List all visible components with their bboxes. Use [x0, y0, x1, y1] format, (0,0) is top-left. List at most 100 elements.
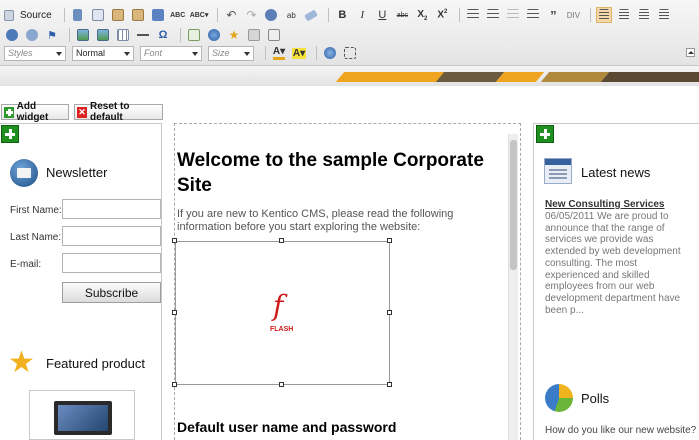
align-right-button[interactable] [636, 7, 652, 23]
left-zone-add-widget-button[interactable] [1, 125, 19, 143]
subscript-button[interactable]: X2 [414, 7, 430, 23]
right-zone-add-widget-button[interactable] [536, 125, 554, 143]
last-name-label: Last Name: [10, 232, 62, 243]
toolbar-row-1: Source ABC ABC▾ ↶ ↷ ab B I U abc X2 X2 ”… [4, 6, 676, 24]
outdent-button[interactable] [505, 7, 521, 23]
image-button[interactable] [75, 27, 91, 43]
poll-question: How do you like our new website? [545, 425, 697, 436]
numbered-list-button[interactable] [465, 7, 481, 23]
resize-handle[interactable] [172, 382, 177, 387]
creatediv-button[interactable]: DIV [565, 7, 581, 23]
spellcheck-button[interactable]: ABC [170, 7, 186, 23]
resize-handle[interactable] [387, 382, 392, 387]
styles-dropdown[interactable]: Styles [4, 45, 66, 61]
chevron-down-icon [244, 51, 250, 56]
flash-object[interactable]: f FLASH [175, 241, 390, 385]
maximize-icon [344, 47, 356, 59]
resize-handle[interactable] [172, 310, 177, 315]
paste-word-button[interactable] [150, 7, 166, 23]
bg-color-button[interactable]: A▾ [291, 45, 307, 61]
remove-format-button[interactable] [303, 7, 319, 23]
last-name-field[interactable] [62, 226, 161, 246]
email-field[interactable] [62, 253, 161, 273]
bulleted-list-icon [487, 9, 500, 21]
indent-button[interactable] [525, 7, 541, 23]
chevron-down-icon [124, 51, 130, 56]
header-banner [0, 66, 699, 86]
align-left-button[interactable] [596, 7, 613, 23]
maximize-button[interactable] [342, 45, 358, 61]
paste-button[interactable] [110, 7, 126, 23]
resize-handle[interactable] [279, 238, 284, 243]
subscribe-button[interactable]: Subscribe [62, 282, 161, 303]
youtube-button[interactable] [246, 27, 262, 43]
horizontal-rule-button[interactable] [135, 27, 151, 43]
special-char-button[interactable]: Ω [155, 27, 171, 43]
underline-button[interactable]: U [374, 7, 390, 23]
source-icon [4, 9, 14, 21]
cut-button[interactable] [70, 7, 86, 23]
resize-handle[interactable] [172, 238, 177, 243]
font-dropdown[interactable]: Font [140, 45, 202, 61]
blockquote-icon: ” [550, 7, 557, 23]
bold-button[interactable]: B [334, 7, 350, 23]
creatediv-icon: DIV [566, 10, 581, 20]
copy-button[interactable] [90, 7, 106, 23]
superscript-button[interactable]: X2 [434, 7, 450, 23]
show-blocks-button[interactable] [322, 45, 338, 61]
resize-handle[interactable] [387, 238, 392, 243]
paste-text-button[interactable] [130, 7, 146, 23]
table-button[interactable] [115, 27, 131, 43]
page-heading: Welcome to the sample Corporate Site [177, 150, 484, 196]
align-center-button[interactable] [616, 7, 632, 23]
first-name-field[interactable] [62, 199, 161, 219]
spellcheck-icon: ABC [170, 11, 186, 19]
spellcheck-menu-button[interactable]: ABC▾ [190, 7, 209, 23]
collapse-toolbar-button[interactable] [686, 48, 695, 57]
link-button[interactable] [4, 27, 20, 43]
resize-handle[interactable] [279, 382, 284, 387]
toolbar-separator [328, 8, 330, 22]
editor-scrollbar[interactable] [508, 134, 518, 440]
source-button[interactable]: Source [4, 7, 55, 23]
insert-widget-button[interactable] [206, 27, 222, 43]
unlink-button[interactable] [24, 27, 40, 43]
strike-button[interactable]: abc [394, 7, 410, 23]
featured-product-image[interactable] [29, 390, 135, 440]
banner-stripe [495, 72, 545, 82]
toolbar-separator [180, 28, 181, 42]
quick-insert-button[interactable] [266, 27, 282, 43]
strike-icon: abc [396, 11, 409, 19]
news-item-link[interactable]: New Consulting Services [545, 199, 664, 210]
toolbar-separator [265, 46, 266, 60]
text-color-button[interactable]: A▾ [271, 45, 287, 61]
format-dropdown[interactable]: Normal [72, 45, 134, 61]
page-editor: Source ABC ABC▾ ↶ ↷ ab B I U abc X2 X2 ”… [0, 0, 699, 440]
bold-icon: B [338, 9, 347, 21]
news-item-summary: 06/05/2011 We are proud to announce that… [545, 211, 681, 316]
horizontal-rule-icon [137, 29, 149, 41]
add-widget-button[interactable]: Add widget [1, 101, 69, 123]
media-button[interactable] [95, 27, 111, 43]
find-button[interactable] [263, 7, 279, 23]
anchor-button[interactable]: ⚑ [44, 27, 60, 43]
latest-news-title: Latest news [581, 165, 651, 180]
insert-macro-button[interactable]: ★ [226, 27, 242, 43]
omega-icon: Ω [158, 29, 168, 41]
resize-handle[interactable] [387, 310, 392, 315]
replace-button[interactable]: ab [283, 7, 299, 23]
justify-button[interactable] [656, 7, 672, 23]
scrollbar-thumb[interactable] [510, 140, 517, 270]
italic-button[interactable]: I [354, 7, 370, 23]
blockquote-button[interactable]: ” [545, 7, 561, 23]
star-small-icon: ★ [228, 28, 240, 42]
link-icon [6, 29, 18, 41]
email-label: E-mail: [10, 259, 42, 270]
bulleted-list-button[interactable] [485, 7, 501, 23]
undo-button[interactable]: ↶ [223, 7, 239, 23]
align-center-icon [619, 9, 630, 21]
size-dropdown[interactable]: Size [208, 45, 254, 61]
redo-button[interactable]: ↷ [243, 7, 259, 23]
reset-to-default-button[interactable]: ✕ Reset to default [74, 101, 163, 123]
insert-page-button[interactable] [186, 27, 202, 43]
